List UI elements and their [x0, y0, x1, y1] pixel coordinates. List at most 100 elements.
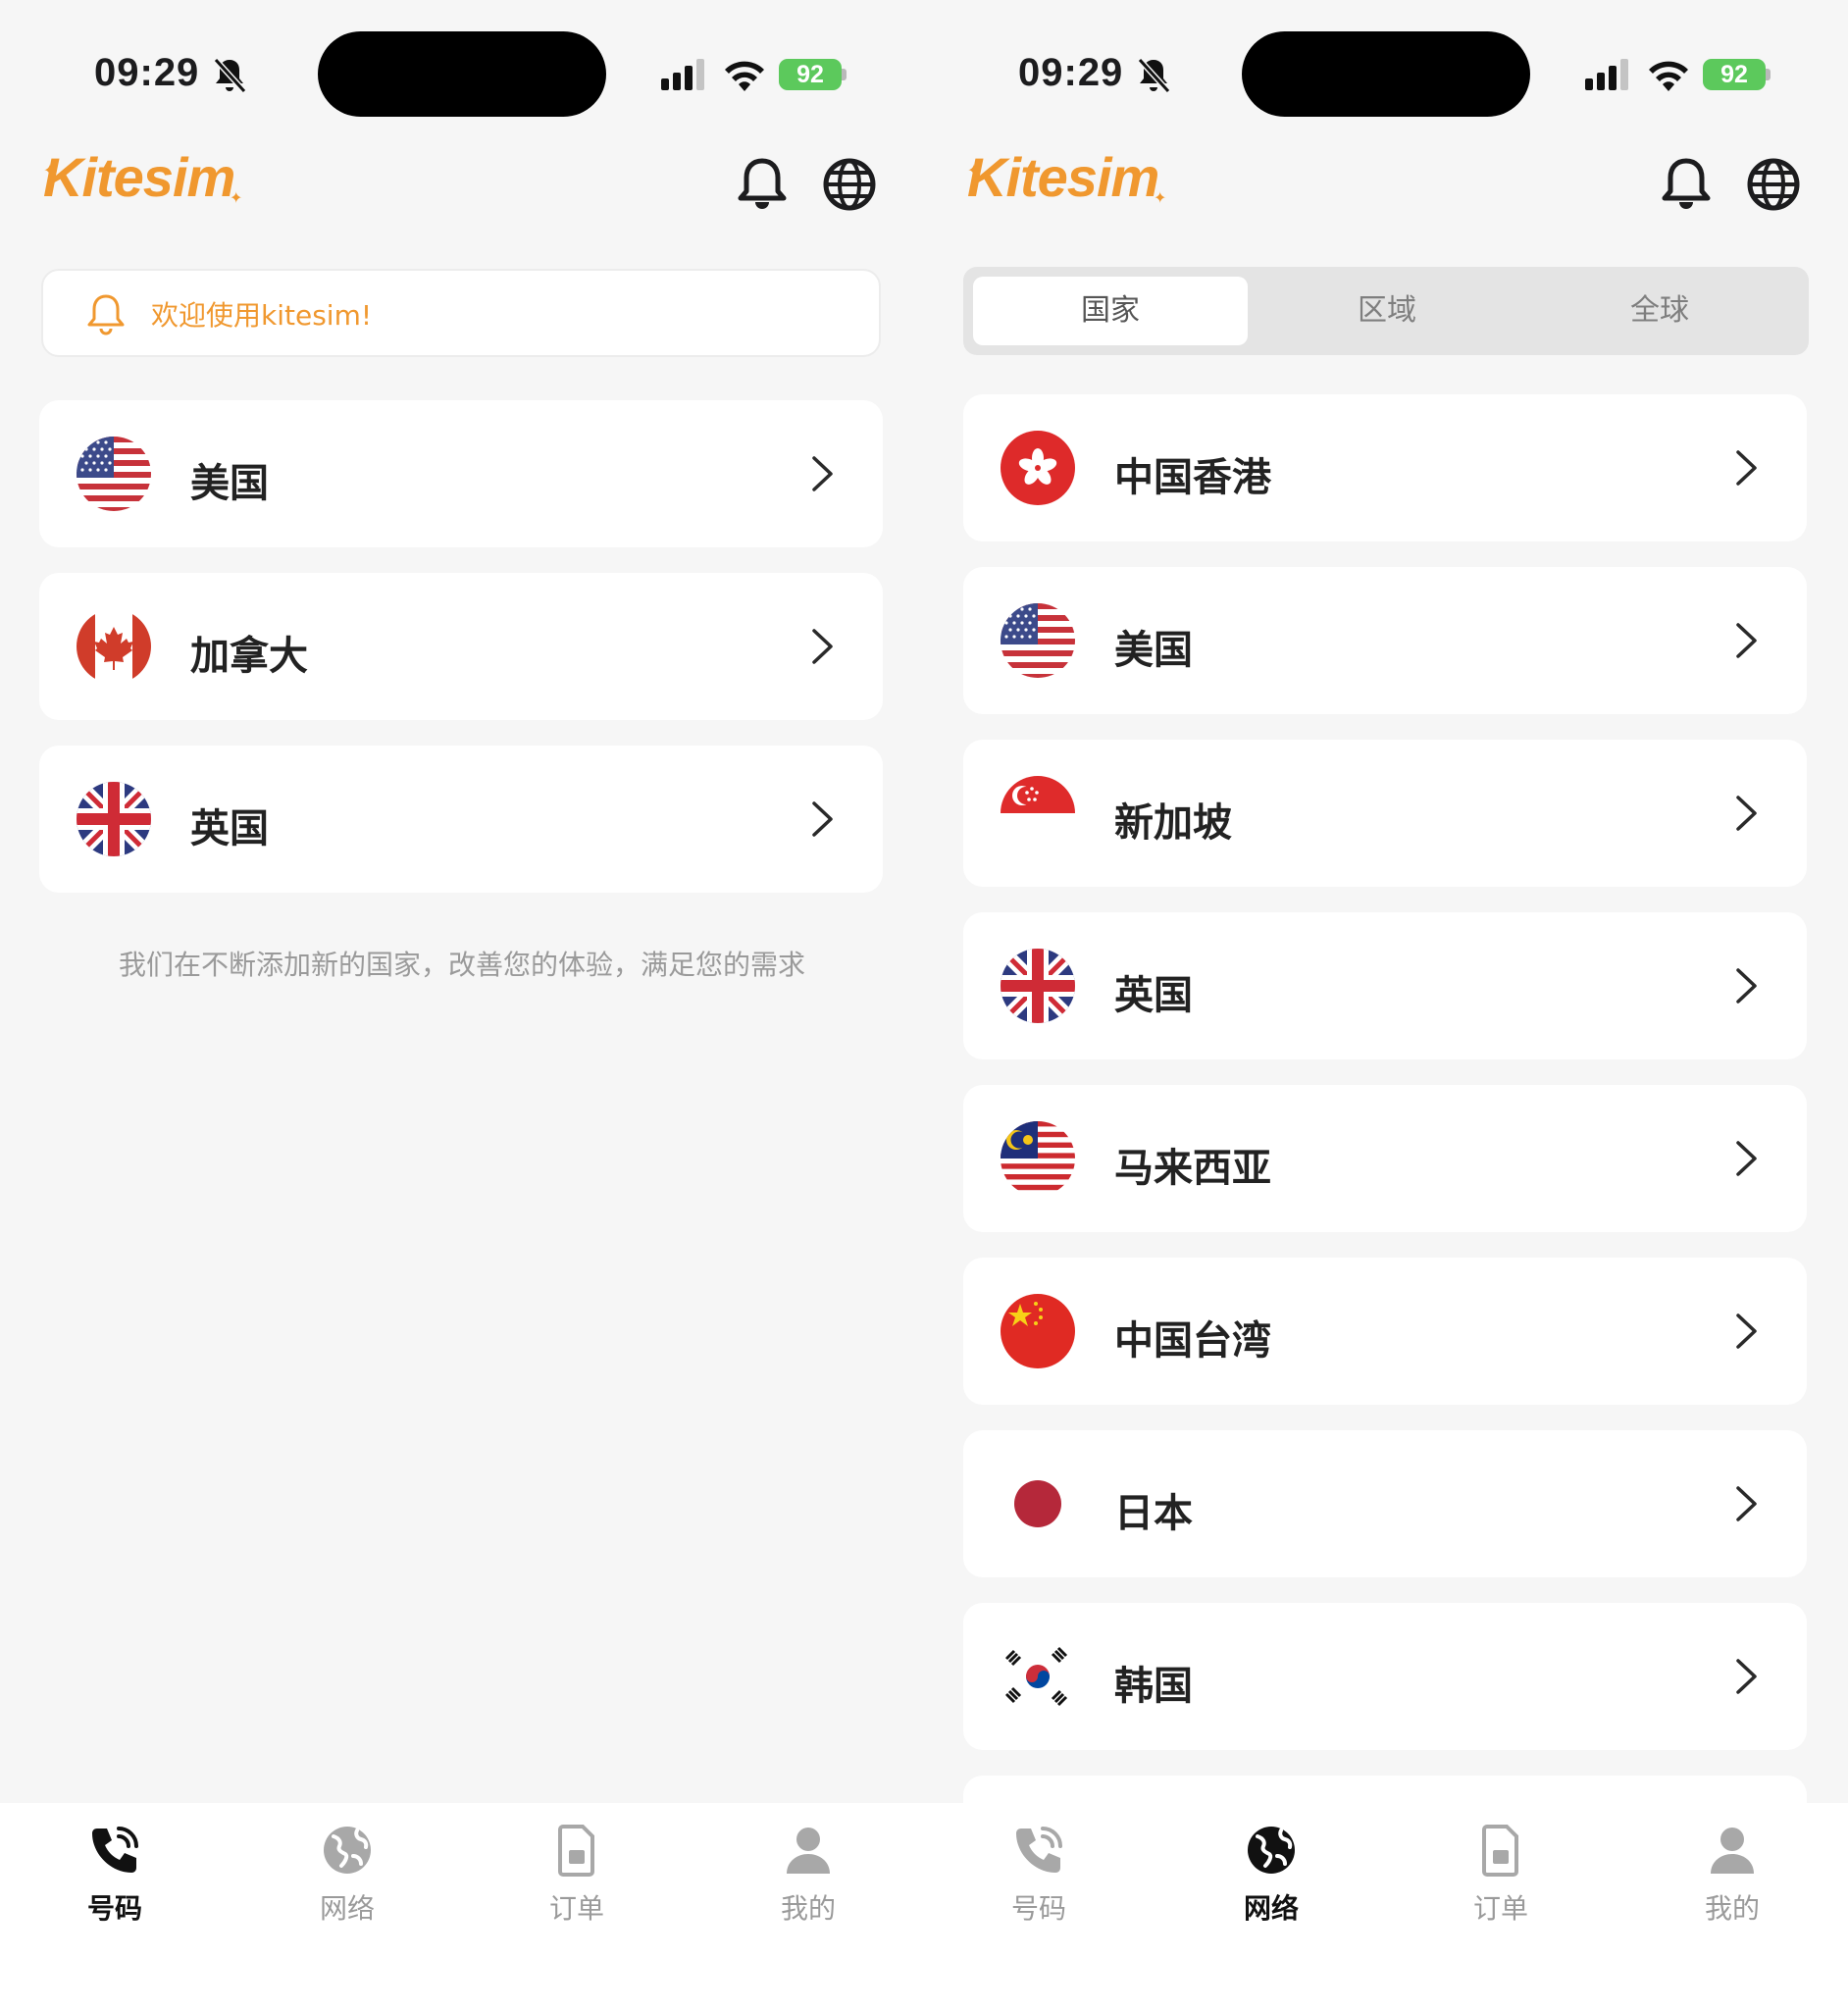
chevron-right-icon: [1734, 621, 1760, 660]
tab-network[interactable]: 网络: [279, 1823, 416, 1927]
silent-mode-icon: [212, 57, 247, 94]
country-item-singapore[interactable]: 新加坡: [963, 740, 1807, 887]
chevron-right-icon: [1734, 1139, 1760, 1178]
country-item-japan[interactable]: 日本: [963, 1430, 1807, 1577]
country-label: 中国香港: [1114, 455, 1271, 500]
tab-profile[interactable]: 我的: [740, 1823, 877, 1927]
chevron-right-icon: [1734, 448, 1760, 488]
chevron-right-icon: [810, 627, 836, 666]
country-item-malaysia[interactable]: 马来西亚: [963, 1085, 1807, 1232]
country-item-taiwan[interactable]: 中国台湾: [963, 1258, 1807, 1405]
us-flag-icon: [1001, 603, 1075, 678]
tab-bar: 号码 网络 订单 我的: [924, 1803, 1848, 2009]
dynamic-island: [1242, 31, 1530, 117]
country-label: 韩国: [1114, 1664, 1193, 1709]
country-item-hong-kong[interactable]: 中国香港: [963, 394, 1807, 541]
notification-bell-icon[interactable]: [737, 157, 788, 212]
battery-indicator: 92: [1703, 59, 1766, 90]
dynamic-island: [318, 31, 606, 117]
country-item-uk[interactable]: 英国: [963, 912, 1807, 1059]
logo-sparkle-icon: ✦: [43, 161, 57, 180]
globe-icon: [1244, 1823, 1299, 1878]
screen-network: 09:29 92 Kitesim ✦ ✦ 国家 区域 全球 中国香港 美国 新加…: [924, 0, 1848, 2009]
chevron-right-icon: [810, 799, 836, 839]
canada-flag-icon: [77, 609, 151, 684]
us-flag-icon: [77, 437, 151, 511]
cellular-signal-icon: [661, 59, 708, 90]
status-bar: 09:29 92: [924, 0, 1848, 147]
country-item-uk[interactable]: 英国: [39, 746, 883, 893]
country-label: 美国: [190, 461, 269, 506]
logo-sparkle-icon: ✦: [1154, 188, 1167, 207]
uk-flag-icon: [1001, 949, 1075, 1023]
tab-orders[interactable]: 订单: [508, 1823, 645, 1927]
country-label: 美国: [1114, 628, 1193, 673]
country-label: 新加坡: [1114, 800, 1232, 846]
notice-text: 欢迎使用kitesim!: [151, 299, 373, 332]
language-globe-icon[interactable]: [822, 157, 877, 212]
status-time: 09:29: [1018, 51, 1124, 94]
notice-bell-icon: [86, 292, 126, 335]
tab-label: 订单: [1472, 1892, 1528, 1925]
battery-tip: [842, 69, 847, 80]
logo-sparkle-icon: ✦: [967, 161, 981, 180]
tab-label: 号码: [86, 1892, 142, 1925]
country-label: 中国台湾: [1114, 1318, 1271, 1364]
screen-numbers: 09:29 92 Kitesim ✦ ✦ 欢迎使用kitesim! 美国 加拿大…: [0, 0, 924, 2009]
country-label: 日本: [1114, 1491, 1193, 1536]
wifi-icon: [1648, 56, 1689, 91]
tab-label: 网络: [319, 1892, 375, 1925]
malaysia-flag-icon: [1001, 1121, 1075, 1196]
tab-label: 我的: [780, 1892, 836, 1925]
tab-label: 我的: [1704, 1892, 1760, 1925]
welcome-notice: 欢迎使用kitesim!: [41, 269, 881, 357]
person-icon: [781, 1823, 836, 1878]
country-item-usa[interactable]: 美国: [963, 567, 1807, 714]
notification-bell-icon[interactable]: [1661, 157, 1712, 212]
tab-label: 网络: [1243, 1892, 1299, 1925]
language-globe-icon[interactable]: [1746, 157, 1801, 212]
sim-card-icon: [549, 1823, 604, 1878]
phone-icon: [1011, 1823, 1066, 1878]
chevron-right-icon: [1734, 1312, 1760, 1351]
coverage-note: 我们在不断添加新的国家，改善您的体验，满足您的需求: [118, 949, 805, 981]
tab-orders[interactable]: 订单: [1432, 1823, 1569, 1927]
tab-network[interactable]: 网络: [1203, 1823, 1340, 1927]
segment-global[interactable]: 全球: [1522, 277, 1797, 345]
person-icon: [1705, 1823, 1760, 1878]
sim-card-icon: [1473, 1823, 1528, 1878]
country-item-korea[interactable]: 韩国: [963, 1603, 1807, 1750]
country-item-canada[interactable]: 加拿大: [39, 573, 883, 720]
tab-profile[interactable]: 我的: [1664, 1823, 1801, 1927]
tab-numbers[interactable]: 号码: [970, 1823, 1107, 1927]
segment-country[interactable]: 国家: [973, 277, 1248, 345]
cellular-signal-icon: [1585, 59, 1632, 90]
country-label: 加拿大: [190, 634, 308, 679]
country-label: 马来西亚: [1114, 1146, 1271, 1191]
chevron-right-icon: [1734, 1484, 1760, 1523]
korea-flag-icon: [1001, 1639, 1075, 1714]
chevron-right-icon: [810, 454, 836, 493]
country-item-usa[interactable]: 美国: [39, 400, 883, 547]
battery-tip: [1766, 69, 1771, 80]
uk-flag-icon: [77, 782, 151, 856]
tab-numbers[interactable]: 号码: [46, 1823, 183, 1927]
logo-sparkle-icon: ✦: [230, 188, 243, 207]
japan-flag-icon: [1001, 1467, 1075, 1541]
tab-bar: 号码 网络 订单 我的: [0, 1803, 924, 2009]
tab-label: 号码: [1010, 1892, 1066, 1925]
kitesim-logo: Kitesim: [967, 146, 1159, 208]
phone-icon: [87, 1823, 142, 1878]
segment-region[interactable]: 区域: [1250, 277, 1524, 345]
tab-label: 订单: [548, 1892, 604, 1925]
battery-indicator: 92: [779, 59, 842, 90]
china-flag-icon: [1001, 1294, 1075, 1368]
hong-kong-flag-icon: [1001, 431, 1075, 505]
country-label: 英国: [1114, 973, 1193, 1018]
silent-mode-icon: [1136, 57, 1171, 94]
status-bar: 09:29 92: [0, 0, 924, 147]
singapore-flag-icon: [1001, 776, 1075, 850]
chevron-right-icon: [1734, 794, 1760, 833]
country-label: 英国: [190, 806, 269, 851]
scope-segmented-control: 国家 区域 全球: [963, 267, 1809, 355]
